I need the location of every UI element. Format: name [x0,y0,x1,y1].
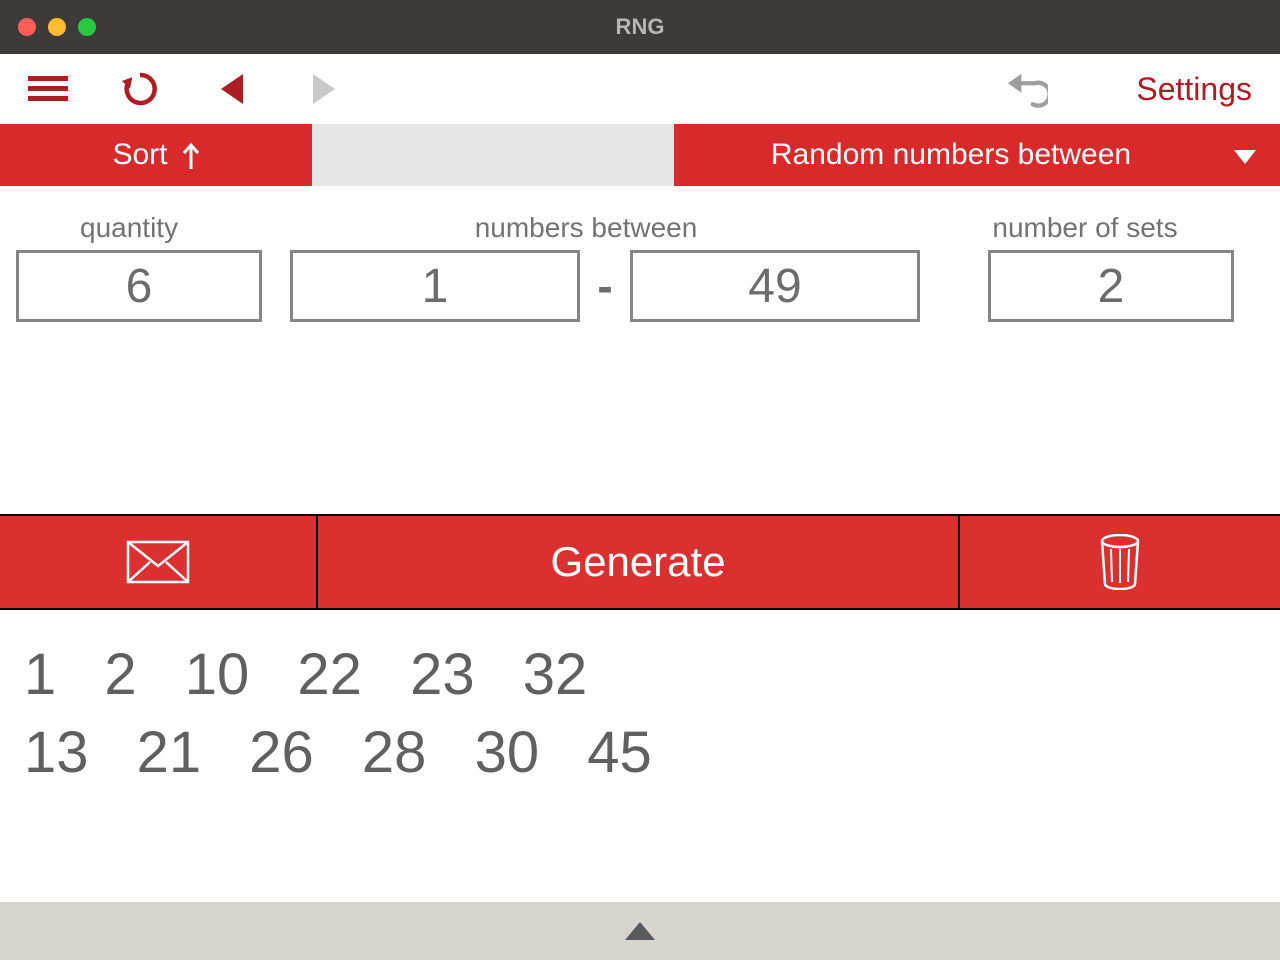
traffic-lights [18,18,96,36]
result-number: 28 [362,714,427,792]
close-window-button[interactable] [18,18,36,36]
segment-bar: Sort Random numbers between [0,124,1280,186]
arrow-up-icon [182,141,200,169]
mode-label: Random numbers between [771,138,1131,172]
mode-dropdown[interactable]: Random numbers between [674,124,1280,186]
result-number: 26 [249,714,314,792]
result-number: 30 [475,714,540,792]
between-label: numbers between [266,212,906,244]
settings-link[interactable]: Settings [1136,71,1252,108]
menu-icon [28,76,68,102]
action-bar: Generate [0,514,1280,610]
max-input[interactable]: 49 [630,250,920,322]
input-fields-row: 6 1 - 49 2 [16,250,1264,322]
segment-blank [312,124,674,186]
caret-down-icon [1234,138,1256,172]
result-set-1: 1 2 10 22 23 32 [24,636,1256,714]
quantity-input[interactable]: 6 [16,250,262,322]
sort-label: Sort [112,138,167,172]
inputs-section: quantity numbers between number of sets … [0,186,1280,322]
input-labels-row: quantity numbers between number of sets [16,196,1264,244]
forward-button[interactable] [304,69,344,109]
quantity-label: quantity [16,212,266,244]
range-dash: - [580,259,630,313]
results-area: 1 2 10 22 23 32 13 21 26 28 30 45 [0,610,1280,819]
result-number: 32 [523,636,588,714]
result-number: 10 [185,636,250,714]
triangle-right-icon [313,74,335,104]
mail-icon [126,540,190,584]
zoom-window-button[interactable] [78,18,96,36]
triangle-up-icon [625,922,655,940]
min-input[interactable]: 1 [290,250,580,322]
result-number: 2 [104,636,136,714]
result-number: 21 [137,714,202,792]
top-toolbar: Settings [0,54,1280,124]
menu-button[interactable] [28,69,68,109]
result-number: 13 [24,714,89,792]
undo-icon [1008,69,1048,109]
back-button[interactable] [212,69,252,109]
generate-label: Generate [550,538,725,586]
sort-button[interactable]: Sort [0,124,312,186]
bottom-drawer-handle[interactable] [0,902,1280,960]
sets-input[interactable]: 2 [988,250,1234,322]
result-number: 1 [24,636,56,714]
sets-label: number of sets [906,212,1264,244]
result-set-2: 13 21 26 28 30 45 [24,714,1256,792]
triangle-left-icon [221,74,243,104]
result-number: 22 [297,636,362,714]
trash-icon [1099,534,1141,590]
result-number: 23 [410,636,475,714]
window-titlebar: RNG [0,0,1280,54]
reload-button[interactable] [120,69,160,109]
reload-icon [120,69,160,109]
minimize-window-button[interactable] [48,18,66,36]
mail-button[interactable] [0,516,318,608]
window-title: RNG [616,14,665,40]
generate-button[interactable]: Generate [318,516,960,608]
trash-button[interactable] [960,516,1280,608]
result-number: 45 [587,714,652,792]
undo-button[interactable] [1008,69,1048,109]
